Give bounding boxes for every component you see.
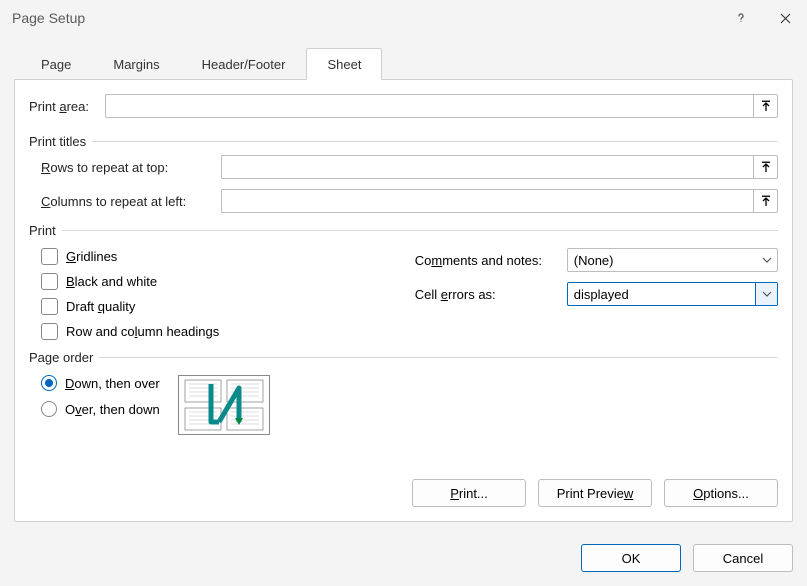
tab-sheet[interactable]: Sheet <box>306 48 382 80</box>
print-titles-group: Print titles Rows to repeat at top: Colu… <box>29 134 778 213</box>
rows-repeat-label: Rows to repeat at top: <box>41 160 221 175</box>
gridlines-checkbox[interactable]: Gridlines <box>41 248 395 265</box>
print-area-row: Print area: <box>29 94 778 118</box>
collapse-dialog-icon <box>760 100 772 112</box>
comments-select[interactable]: (None) <box>567 248 778 272</box>
tab-header-footer[interactable]: Header/Footer <box>181 48 307 80</box>
sheet-panel: Print area: Print titles Rows to repeat … <box>14 79 793 522</box>
cancel-button[interactable]: Cancel <box>693 544 793 572</box>
page-order-group: Page order Down, then over Over, then do… <box>29 350 778 435</box>
cell-errors-label: Cell errors as: <box>415 287 567 302</box>
cell-errors-select-value: displayed <box>574 287 629 302</box>
cell-errors-select[interactable]: displayed <box>567 282 778 306</box>
comments-label: Comments and notes: <box>415 253 567 268</box>
rows-repeat-input[interactable] <box>221 155 754 179</box>
tab-strip: Page Margins Header/Footer Sheet <box>14 46 793 80</box>
page-order-group-label: Page order <box>29 350 99 365</box>
print-area-input[interactable] <box>105 94 754 118</box>
print-area-label: Print area: <box>29 99 105 114</box>
page-setup-dialog: Page Setup Page Margins Header/Footer Sh… <box>0 0 807 586</box>
comments-select-value: (None) <box>574 253 614 268</box>
collapse-dialog-icon <box>760 195 772 207</box>
down-then-over-radio[interactable]: Down, then over <box>41 375 160 391</box>
cols-repeat-input[interactable] <box>221 189 754 213</box>
cols-repeat-ref-button[interactable] <box>754 189 778 213</box>
page-order-preview-icon <box>181 378 267 432</box>
page-order-preview <box>178 375 270 435</box>
ok-button[interactable]: OK <box>581 544 681 572</box>
dialog-title: Page Setup <box>12 10 719 26</box>
help-icon <box>735 12 747 24</box>
help-button[interactable] <box>719 2 763 34</box>
print-area-ref-button[interactable] <box>754 94 778 118</box>
chevron-down-icon <box>762 291 772 297</box>
dialog-footer: OK Cancel <box>0 534 807 586</box>
draft-quality-checkbox[interactable]: Draft quality <box>41 298 395 315</box>
close-button[interactable] <box>763 2 807 34</box>
title-bar: Page Setup <box>0 0 807 36</box>
row-col-headings-checkbox[interactable]: Row and column headings <box>41 323 395 340</box>
black-white-checkbox[interactable]: Black and white <box>41 273 395 290</box>
cols-repeat-label: Columns to repeat at left: <box>41 194 221 209</box>
close-icon <box>780 13 791 24</box>
print-preview-button[interactable]: Print Preview <box>538 479 652 507</box>
print-button[interactable]: Print... <box>412 479 526 507</box>
print-group: Print Gridlines Black and white Draft qu… <box>29 223 778 340</box>
options-button[interactable]: Options... <box>664 479 778 507</box>
tab-page[interactable]: Page <box>20 48 92 80</box>
print-group-label: Print <box>29 223 62 238</box>
chevron-down-icon <box>762 257 772 263</box>
print-titles-group-label: Print titles <box>29 134 92 149</box>
tab-margins[interactable]: Margins <box>92 48 180 80</box>
over-then-down-radio[interactable]: Over, then down <box>41 401 160 417</box>
dialog-body: Page Margins Header/Footer Sheet Print a… <box>0 36 807 534</box>
rows-repeat-ref-button[interactable] <box>754 155 778 179</box>
collapse-dialog-icon <box>760 161 772 173</box>
panel-buttons: Print... Print Preview Options... <box>29 459 778 507</box>
